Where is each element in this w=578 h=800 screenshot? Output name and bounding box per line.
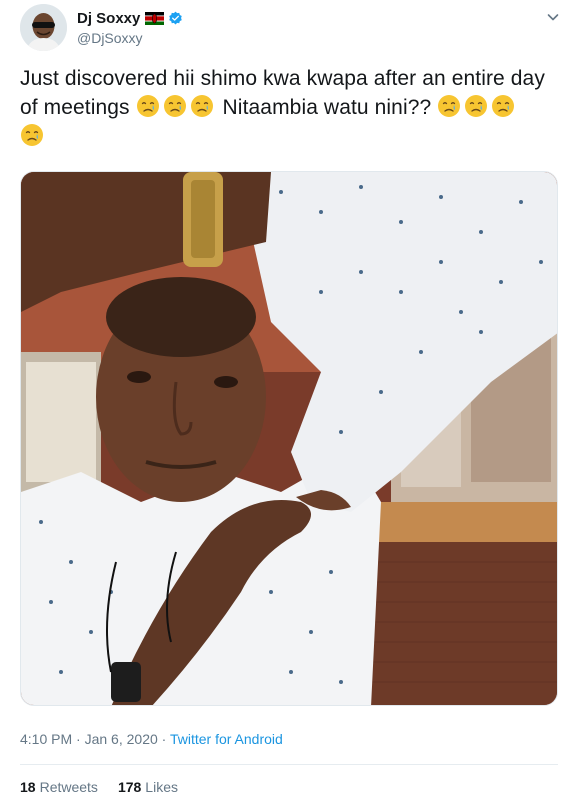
meta-separator: ·	[76, 731, 81, 747]
retweets-label: Retweets	[39, 779, 98, 795]
tweet-photo[interactable]	[20, 171, 558, 706]
tweet-text-line-2: of meetings Nitaambia watu nini??	[20, 93, 560, 122]
divider	[20, 764, 558, 765]
tweet-stats: 18 Retweets 178 Likes	[20, 779, 178, 795]
likes-stat[interactable]: 178 Likes	[118, 779, 178, 795]
display-name[interactable]: Dj Soxxy	[77, 10, 140, 27]
tweet-text: Just discovered hii shimo kwa kwapa afte…	[20, 64, 560, 151]
tweet-timestamp: 4:10 PM · Jan 6, 2020 · Twitter for Andr…	[20, 731, 283, 747]
crying-face-icon-group	[437, 94, 518, 119]
user-name-row: Dj Soxxy	[77, 9, 183, 27]
tweet-text-line-1: Just discovered hii shimo kwa kwapa afte…	[20, 67, 545, 90]
tweet-card: Dj Soxxy @DjSoxxy Just discovered hii sh…	[0, 0, 578, 800]
crying-face-icon	[136, 94, 160, 118]
avatar[interactable]	[20, 4, 67, 51]
crying-face-icon	[20, 123, 44, 147]
crying-face-icon-group	[136, 94, 223, 119]
meta-separator: ·	[161, 731, 167, 747]
likes-label: Likes	[145, 779, 178, 795]
retweets-count: 18	[20, 779, 36, 795]
verified-badge-icon	[168, 11, 183, 26]
kenya-flag-icon	[145, 11, 165, 25]
photo-man-showing-torn-shirt	[21, 172, 557, 705]
crying-face-icon	[190, 94, 214, 118]
tweet-text-line-3	[20, 122, 560, 151]
likes-count: 178	[117, 779, 142, 795]
crying-face-icon	[437, 94, 461, 118]
tweet-time[interactable]: 4:10 PM	[20, 731, 72, 747]
tweet-date[interactable]: Jan 6, 2020	[85, 731, 158, 747]
tweet-source-link[interactable]: Twitter for Android	[170, 731, 283, 747]
crying-face-icon	[464, 94, 488, 118]
crying-face-icon	[163, 94, 187, 118]
chevron-down-icon[interactable]	[546, 10, 560, 24]
retweets-stat[interactable]: 18 Retweets	[20, 779, 98, 795]
user-handle[interactable]: @DjSoxxy	[77, 30, 143, 46]
crying-face-icon	[491, 94, 515, 118]
